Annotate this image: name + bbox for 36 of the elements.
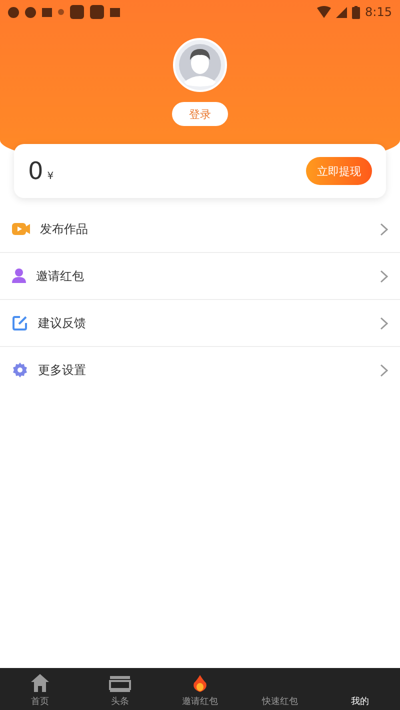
avatar-icon[interactable]: [173, 38, 227, 92]
nav-tab[interactable]: 头条: [80, 668, 160, 710]
chevron-right-icon: [380, 270, 388, 282]
menu-label: 更多设置: [38, 362, 87, 378]
newspaper-icon: [109, 675, 131, 693]
notification-icon: [110, 8, 120, 16]
menu-item[interactable]: 邀请红包: [0, 253, 400, 300]
menu-item[interactable]: 更多设置: [0, 347, 400, 393]
chevron-right-icon: [380, 222, 388, 236]
chevron-right-icon: [380, 316, 388, 330]
wifi-icon: [317, 6, 332, 18]
nav-tab[interactable]: 首页: [0, 668, 80, 710]
edit-icon: [12, 315, 28, 331]
nav-tab[interactable]: 快速红包: [240, 668, 320, 710]
notification-icon: [8, 6, 19, 18]
battery-icon: [352, 6, 360, 18]
menu-label: 邀请红包: [36, 268, 85, 284]
signal-icon: [336, 6, 348, 18]
notification-icon: [70, 5, 84, 19]
status-time: 8:15: [365, 5, 392, 19]
menu-label: 发布作品: [40, 220, 89, 238]
menu-item[interactable]: 发布作品: [0, 206, 400, 253]
login-button[interactable]: 登录: [172, 102, 228, 126]
nav-tab[interactable]: 我的: [320, 668, 400, 710]
menu-label: 建议反馈: [38, 314, 87, 332]
currency-symbol: ¥: [47, 171, 54, 182]
balance-amount: 0: [28, 157, 44, 185]
video-icon: [12, 222, 30, 236]
notification-icon: [25, 6, 36, 18]
menu-item[interactable]: 建议反馈: [0, 300, 400, 347]
person-icon: [12, 268, 26, 284]
chevron-right-icon: [380, 364, 388, 376]
nav-tab[interactable]: 邀请红包: [160, 668, 240, 710]
notification-icon: [90, 5, 104, 19]
home-icon: [30, 673, 50, 693]
gear-icon: [12, 362, 28, 378]
